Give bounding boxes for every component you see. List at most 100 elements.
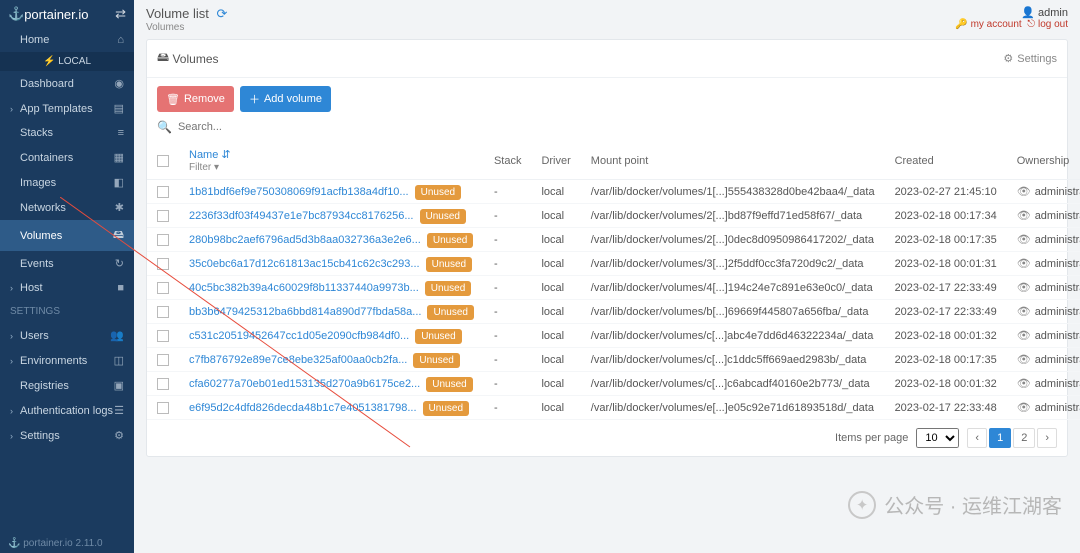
sidebar-item-authlogs[interactable]: ›Authentication logs☰ <box>0 398 134 423</box>
row-checkbox[interactable] <box>157 282 169 294</box>
table-row: c7fb876792e89e7ce8ebe325af00aa0cb2fa...U… <box>147 348 1080 372</box>
stack-icon: ≡ <box>118 127 124 139</box>
add-volume-button[interactable]: ＋Add volume <box>240 86 331 112</box>
page-next[interactable]: › <box>1037 428 1057 448</box>
eye-slash-icon: 👁 <box>1017 330 1031 342</box>
search-input[interactable] <box>178 121 1057 133</box>
logout-link[interactable]: ⎋ log out <box>1027 19 1068 30</box>
cell-mount: /var/lib/docker/volumes/e[...]e05c92e71d… <box>581 396 885 420</box>
sidebar-label: Images <box>20 177 56 189</box>
cell-driver: local <box>531 396 580 420</box>
cell-stack: - <box>484 252 532 276</box>
col-driver[interactable]: Driver <box>531 142 580 180</box>
sidebar-label: Host <box>20 282 43 294</box>
my-account-link[interactable]: 🔑 my account <box>955 19 1021 30</box>
col-mount[interactable]: Mount point <box>581 142 885 180</box>
row-checkbox[interactable] <box>157 330 169 342</box>
cell-ownership: 👁administrators <box>1007 276 1080 300</box>
sidebar-item-containers[interactable]: Containers▦ <box>0 145 134 170</box>
col-created[interactable]: Created <box>885 142 1007 180</box>
swap-icon[interactable]: ⇄ <box>115 6 126 22</box>
eye-slash-icon: 👁 <box>1017 402 1031 414</box>
pager: Items per page 10 ‹ 1 2 › <box>147 420 1067 456</box>
unused-badge: Unused <box>415 185 461 200</box>
sidebar-item-registries[interactable]: Registries▣ <box>0 373 134 398</box>
remove-button[interactable]: 🗑Remove <box>157 86 234 112</box>
cell-stack: - <box>484 324 532 348</box>
volume-link[interactable]: 40c5bc382b39a4c60029f8b11337440a9973b... <box>189 282 419 294</box>
table-row: cfa60277a70eb01ed153135d270a9b6175ce2...… <box>147 372 1080 396</box>
cell-created: 2023-02-17 22:33:49 <box>885 276 1007 300</box>
cell-ownership: 👁administrators <box>1007 324 1080 348</box>
sidebar-item-networks[interactable]: Networks✱ <box>0 195 134 220</box>
page-title-row: Volume list ⟳ <box>146 6 227 22</box>
page-1[interactable]: 1 <box>989 428 1011 448</box>
cell-mount: /var/lib/docker/volumes/c[...]abc4e7dd6d… <box>581 324 885 348</box>
row-checkbox[interactable] <box>157 186 169 198</box>
row-checkbox[interactable] <box>157 354 169 366</box>
refresh-icon[interactable]: ⟳ <box>217 6 228 21</box>
sidebar-item-environments[interactable]: ›Environments◫ <box>0 348 134 373</box>
table-row: 1b81bdf6ef9e750308069f91acfb138a4df10...… <box>147 180 1080 204</box>
table-row: bb3b6479425312ba6bbd814a890d77fbda58a...… <box>147 300 1080 324</box>
row-checkbox[interactable] <box>157 210 169 222</box>
user-label: 👤 admin <box>955 6 1068 19</box>
row-checkbox[interactable] <box>157 402 169 414</box>
volume-link[interactable]: e6f95d2c4dfd826decda48b1c7e4051381798... <box>189 402 417 414</box>
volume-link[interactable]: c7fb876792e89e7ce8ebe325af00aa0cb2fa... <box>189 354 407 366</box>
brand-name: portainer.io <box>24 7 88 22</box>
sidebar-item-host[interactable]: ›Host■ <box>0 276 134 300</box>
cell-driver: local <box>531 276 580 300</box>
sidebar-item-users[interactable]: ›Users👥 <box>0 323 134 348</box>
sidebar-item-home[interactable]: Home ⌂ <box>0 28 134 52</box>
volume-link[interactable]: 35c0ebc6a17d12c61813ac15cb41c62c3c293... <box>189 258 420 270</box>
cell-ownership: 👁administrators <box>1007 372 1080 396</box>
sidebar-label: Stacks <box>20 127 53 139</box>
cell-stack: - <box>484 228 532 252</box>
filter-toggle[interactable]: Filter ▾ <box>189 162 219 173</box>
sidebar-env[interactable]: ⚡ LOCAL <box>0 52 134 71</box>
row-checkbox[interactable] <box>157 258 169 270</box>
row-checkbox[interactable] <box>157 234 169 246</box>
page-prev[interactable]: ‹ <box>967 428 987 448</box>
sidebar-item-events[interactable]: Events↻ <box>0 251 134 276</box>
sidebar-item-stacks[interactable]: Stacks ≡ <box>0 121 134 145</box>
volume-link[interactable]: 2236f33df03f49437e1e7bc87934cc8176256... <box>189 210 414 222</box>
volume-link[interactable]: 1b81bdf6ef9e750308069f91acfb138a4df10... <box>189 186 409 198</box>
col-name[interactable]: Name ⇵ <box>189 149 231 161</box>
cell-driver: local <box>531 300 580 324</box>
sidebar-item-images[interactable]: Images◧ <box>0 170 134 195</box>
eye-slash-icon: 👁 <box>1017 186 1031 198</box>
cell-mount: /var/lib/docker/volumes/3[...]2f5ddf0cc3… <box>581 252 885 276</box>
sidebar-settings-heading: SETTINGS <box>0 300 134 323</box>
brand[interactable]: ⚓ portainer.io ⇄ <box>0 0 134 28</box>
panel-settings[interactable]: ⚙Settings <box>1003 52 1057 65</box>
sidebar-label: Dashboard <box>20 78 74 90</box>
row-checkbox[interactable] <box>157 378 169 390</box>
col-ownership[interactable]: Ownership <box>1007 142 1080 180</box>
row-checkbox[interactable] <box>157 306 169 318</box>
select-all-checkbox[interactable] <box>157 155 169 167</box>
unused-badge: Unused <box>426 377 472 392</box>
home-icon: ⌂ <box>117 34 124 46</box>
sidebar-item-app-templates[interactable]: ›App Templates▤ <box>0 96 134 121</box>
volumes-panel: 🖴 Volumes ⚙Settings 🗑Remove ＋Add volume … <box>146 39 1068 457</box>
volume-link[interactable]: cfa60277a70eb01ed153135d270a9b6175ce2... <box>189 378 420 390</box>
volume-link[interactable]: c531c20519452647cc1d05e2090cfb984df0... <box>189 330 409 342</box>
sidebar-item-volumes[interactable]: Volumes🖴 <box>0 220 134 251</box>
volume-icon: 🖴 <box>113 226 124 245</box>
sidebar-label: Registries <box>20 380 69 392</box>
sidebar-item-settings[interactable]: ›Settings⚙ <box>0 423 134 448</box>
volume-link[interactable]: bb3b6479425312ba6bbd814a890d77fbda58a... <box>189 306 421 318</box>
page-2[interactable]: 2 <box>1013 428 1035 448</box>
sidebar-label: Users <box>20 330 49 342</box>
cell-mount: /var/lib/docker/volumes/c[...]c6abcadf40… <box>581 372 885 396</box>
breadcrumb[interactable]: Volumes <box>146 22 227 33</box>
volume-link[interactable]: 280b98bc2aef6796ad5d3b8aa032736a3e2e6... <box>189 234 421 246</box>
cell-driver: local <box>531 204 580 228</box>
sidebar-item-dashboard[interactable]: Dashboard ◉ <box>0 71 134 96</box>
cell-stack: - <box>484 396 532 420</box>
dashboard-icon: ◉ <box>114 77 124 90</box>
ipp-select[interactable]: 10 <box>916 428 959 448</box>
col-stack[interactable]: Stack <box>484 142 532 180</box>
